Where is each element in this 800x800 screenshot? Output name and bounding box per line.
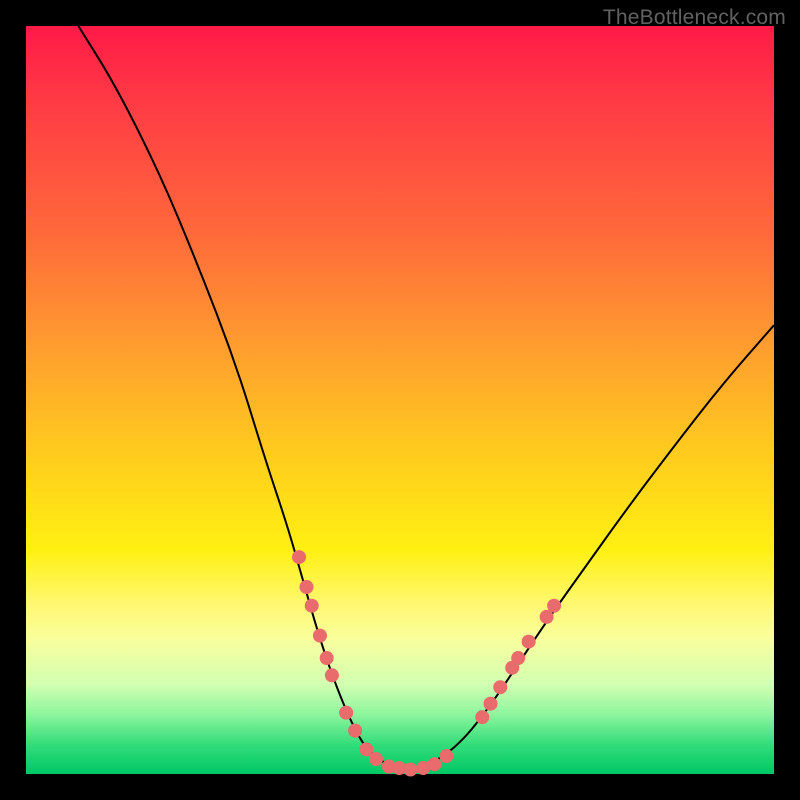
data-marker — [369, 752, 383, 766]
data-marker — [484, 697, 498, 711]
chart-plot-area — [26, 26, 774, 774]
curve-left — [78, 26, 407, 770]
data-marker — [325, 668, 339, 682]
data-marker — [300, 580, 314, 594]
data-marker — [522, 635, 536, 649]
data-marker — [292, 550, 306, 564]
data-marker — [348, 724, 362, 738]
data-marker — [403, 763, 417, 777]
chart-frame: TheBottleneck.com — [0, 0, 800, 800]
data-marker — [511, 651, 525, 665]
data-marker — [547, 599, 561, 613]
chart-svg — [26, 26, 774, 774]
data-marker — [305, 599, 319, 613]
data-marker — [439, 749, 453, 763]
watermark-text: TheBottleneck.com — [603, 6, 786, 30]
data-marker — [313, 629, 327, 643]
data-marker — [427, 757, 441, 771]
curve-right — [407, 325, 774, 770]
data-marker — [475, 710, 489, 724]
data-marker — [339, 706, 353, 720]
data-marker — [493, 680, 507, 694]
curve-markers — [292, 550, 561, 776]
data-marker — [320, 651, 334, 665]
